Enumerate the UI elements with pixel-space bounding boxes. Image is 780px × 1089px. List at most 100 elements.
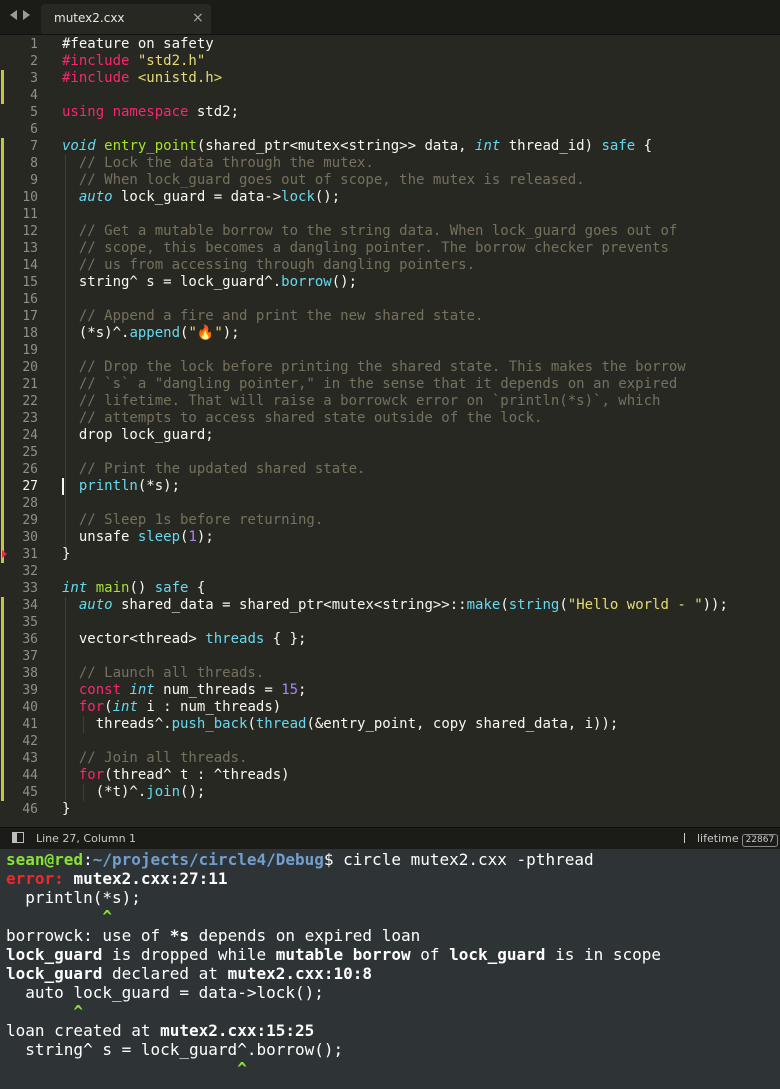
terminal-text: $ circle mutex2.cxx -pthread	[323, 850, 594, 869]
branch-name: lifetime	[697, 832, 739, 845]
code-line[interactable]: // Append a fire and print the new share…	[62, 308, 484, 325]
code-line[interactable]: for(thread^ t : ^threads)	[62, 767, 290, 784]
terminal-line: println(*s);	[6, 888, 141, 907]
terminal-line: auto lock_guard = data->lock();	[6, 983, 324, 1002]
code-token: string	[508, 597, 560, 613]
code-token: drop lock_guard;	[62, 427, 214, 443]
code-token: // scope, this becomes a dangling pointe…	[62, 240, 669, 256]
code-line[interactable]: // Print the updated shared state.	[62, 461, 366, 478]
code-token: );	[196, 529, 214, 545]
code-token: // Launch all threads.	[62, 665, 265, 681]
terminal-text: depends on expired loan	[189, 926, 421, 945]
code-token: main	[95, 580, 130, 596]
code-token: string^ s = lock_guard^.	[62, 274, 282, 290]
code-line[interactable]: }	[62, 546, 70, 563]
terminal-line: error: mutex2.cxx:27:11	[6, 869, 228, 888]
code-token: // Lock the data through the mutex.	[62, 155, 374, 171]
code-line[interactable]: int main() safe {	[62, 580, 205, 597]
left-arrow-icon[interactable]	[10, 10, 17, 20]
code-line[interactable]: // scope, this becomes a dangling pointe…	[62, 240, 669, 257]
code-line[interactable]: auto shared_data = shared_ptr<mutex<stri…	[62, 597, 728, 614]
code-token: #feature on safety	[62, 36, 214, 52]
terminal-text: :	[83, 850, 93, 869]
code-line[interactable]: #include <unistd.h>	[62, 70, 222, 87]
code-line[interactable]: drop lock_guard;	[62, 427, 214, 444]
code-token: }	[62, 546, 71, 562]
code-token: (shared_ptr<mutex<string>> data,	[196, 138, 476, 154]
close-icon[interactable]: ×	[192, 10, 204, 26]
code-line[interactable]: // Get a mutable borrow to the string da…	[62, 223, 677, 240]
code-line[interactable]: (*t)^.join();	[62, 784, 206, 801]
code-token: join	[146, 784, 181, 800]
code-token: threads	[205, 631, 265, 647]
code-token: (*s);	[137, 478, 181, 494]
code-line[interactable]: // Lock the data through the mutex.	[62, 155, 374, 172]
terminal-text: string^ s = lock_guard^.borrow();	[6, 1040, 344, 1059]
tab-mutex2[interactable]: mutex2.cxx ×	[41, 4, 211, 34]
code-token: ));	[702, 597, 728, 613]
code-line[interactable]: // `s` a "dangling pointer," in the sens…	[62, 376, 677, 393]
code-token: int	[129, 682, 155, 698]
code-token: // Append a fire and print the new share…	[62, 308, 484, 324]
terminal-panel[interactable]: sean@red:~/projects/circle4/Debug$ circl…	[0, 849, 780, 1089]
terminal-text: declared at	[102, 964, 228, 983]
terminal-text: mutex2.cxx:10:8	[227, 964, 373, 983]
code-line[interactable]: unsafe sleep(1);	[62, 529, 214, 546]
code-token: lock	[281, 189, 315, 205]
code-line[interactable]: #feature on safety	[62, 36, 214, 53]
git-branch-status[interactable]: lifetime 22867	[684, 832, 779, 847]
code-token: "Hello world - "	[567, 597, 703, 613]
code-line[interactable]: // When lock_guard goes out of scope, th…	[62, 172, 585, 189]
code-line[interactable]: #include "std2.h"	[62, 53, 205, 70]
code-line[interactable]: // Launch all threads.	[62, 665, 264, 682]
code-token: lock_guard = data->	[112, 189, 282, 205]
code-token: threads^.	[62, 716, 172, 732]
code-line[interactable]: const int num_threads = 15;	[62, 682, 307, 699]
terminal-line: sean@red:~/projects/circle4/Debug$ circl…	[6, 850, 594, 869]
tab-bar: mutex2.cxx ×	[0, 0, 780, 35]
code-token: // Print the updated shared state.	[62, 461, 366, 477]
code-line[interactable]: string^ s = lock_guard^.borrow();	[62, 274, 357, 291]
code-token: safe	[154, 580, 189, 596]
code-token: i : num_threads)	[137, 699, 282, 715]
terminal-line: loan created at mutex2.cxx:15:25	[6, 1021, 314, 1040]
code-line[interactable]: vector<thread> threads { };	[62, 631, 307, 648]
code-line[interactable]: threads^.push_back(thread(&entry_point, …	[62, 716, 619, 733]
code-token: "std2.h"	[137, 53, 206, 69]
terminal-text: ^	[6, 907, 112, 926]
code-line[interactable]: println(*s);	[62, 478, 180, 495]
code-line[interactable]: // Sleep 1s before returning.	[62, 512, 323, 529]
code-line[interactable]: // Join all threads.	[62, 750, 248, 767]
code-editor[interactable]: 1 2 3 4 5 6 7 8 9 10 11 12 13 14 15 16 17 18 19 20 21 22 23 24 2…	[0, 35, 780, 827]
code-token: for	[78, 767, 105, 783]
cursor-position[interactable]: Line 27, Column 1	[36, 832, 136, 845]
code-token: std2;	[196, 104, 240, 120]
right-arrow-icon[interactable]	[23, 10, 30, 20]
code-line[interactable]: // lifetime. That will raise a borrowck …	[62, 393, 661, 410]
terminal-text: ^	[6, 1059, 247, 1078]
code-area[interactable]: #feature on safety #include "std2.h" #incl…	[0, 35, 780, 827]
terminal-text: mutex2.cxx:27:11	[73, 869, 228, 888]
code-line[interactable]: void entry_point(shared_ptr<mutex<string…	[62, 138, 652, 155]
code-line[interactable]: using namespace std2;	[62, 104, 239, 121]
code-line[interactable]: // attempts to access shared state outsi…	[62, 410, 543, 427]
code-line[interactable]: }	[62, 801, 70, 818]
code-token: thread	[255, 716, 307, 732]
code-line[interactable]: // Drop the lock before printing the sha…	[62, 359, 686, 376]
panel-icon[interactable]	[12, 832, 24, 843]
terminal-text: mutex2.cxx:15:25	[160, 1021, 315, 1040]
code-line[interactable]: (*s)^.append("🔥");	[62, 325, 240, 342]
code-token: (	[500, 597, 509, 613]
code-token: thread_id)	[500, 138, 602, 154]
code-token: int	[112, 699, 138, 715]
code-line[interactable]: // us from accessing through dangling po…	[62, 257, 475, 274]
terminal-line: borrowck: use of *s depends on expired l…	[6, 926, 420, 945]
code-token: 1	[188, 529, 197, 545]
code-token: sleep	[137, 529, 181, 545]
code-line[interactable]: for(int i : num_threads)	[62, 699, 281, 716]
code-token: (*t)^.	[62, 784, 147, 800]
code-line[interactable]: auto lock_guard = data->lock();	[62, 189, 340, 206]
code-token: ();	[331, 274, 358, 290]
